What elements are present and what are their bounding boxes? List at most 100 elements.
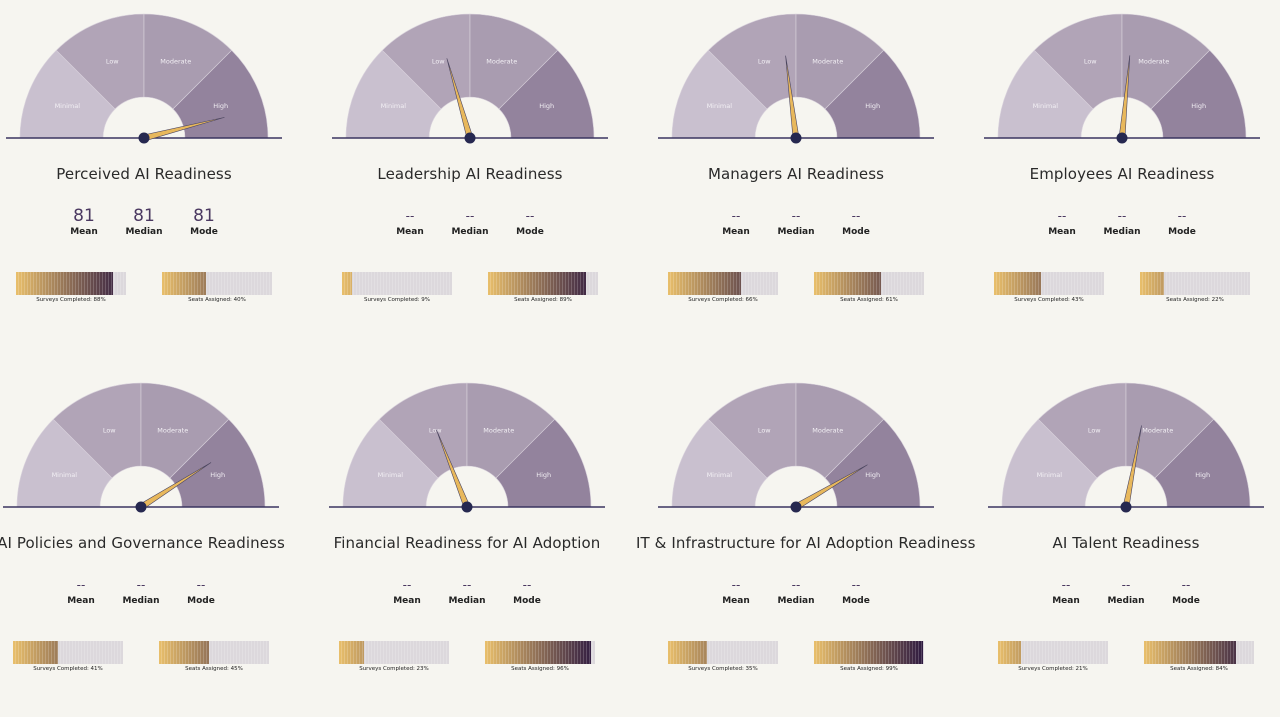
- card-title: Financial Readiness for AI Adoption: [333, 534, 601, 552]
- mode-label: Mode: [516, 227, 544, 237]
- mode-value: --: [196, 578, 206, 592]
- median-label: Median: [777, 227, 815, 237]
- readiness-card-3: Minimal Low Moderate High Managers AI Readi…: [652, 0, 972, 348]
- mode-label: Mode: [842, 227, 870, 237]
- stats-row: -- Mean -- Median -- Mode: [1032, 205, 1212, 237]
- seats-assigned-label: Seats Assigned: 96%: [511, 666, 569, 672]
- surveys-completed-progress: Surveys Completed: 88%: [16, 272, 126, 303]
- seats-assigned-progress: Seats Assigned: 61%: [814, 272, 924, 303]
- card-title: Managers AI Readiness: [707, 165, 885, 183]
- mode-label: Mode: [842, 596, 870, 606]
- stat-median: -- Median: [437, 574, 497, 606]
- median-label: Median: [1103, 227, 1141, 237]
- seats-assigned-progress: Seats Assigned: 96%: [485, 641, 595, 672]
- surveys-completed-label: Surveys Completed: 9%: [363, 297, 431, 303]
- stat-mode: -- Mode: [1156, 574, 1216, 606]
- mode-value: --: [1181, 578, 1191, 592]
- stat-mean: -- Mean: [706, 205, 766, 237]
- surveys-completed-progress: Surveys Completed: 21%: [998, 641, 1108, 672]
- readiness-card-1: Minimal Low Moderate High Perceived AI Read…: [0, 0, 320, 348]
- readiness-card-4: Minimal Low Moderate High Employees AI Read…: [978, 0, 1280, 348]
- gauge: Minimal Low Moderate High: [332, 13, 608, 144]
- median-value: --: [136, 578, 146, 592]
- gauge-label-moderate: Moderate: [1142, 426, 1173, 434]
- gauge-label-high: High: [1191, 102, 1206, 110]
- gauge-label-moderate: Moderate: [812, 57, 843, 65]
- mode-value: --: [851, 578, 861, 592]
- gauge-hub: [464, 132, 476, 144]
- stats-row: -- Mean -- Median -- Mode: [377, 574, 557, 606]
- mean-label: Mean: [722, 227, 750, 237]
- readiness-card-2: Minimal Low Moderate High Leadership AI Rea…: [326, 0, 646, 348]
- seats-assigned-label: Seats Assigned: 22%: [1166, 297, 1224, 303]
- median-label: Median: [448, 596, 486, 606]
- gauge-label-moderate: Moderate: [812, 426, 843, 434]
- seats-assigned-progress: Seats Assigned: 99%: [814, 641, 924, 672]
- seats-bar-track: [485, 641, 595, 664]
- gauge-label-minimal: Minimal: [707, 102, 733, 110]
- stats-row: 81 Mean 81 Median 81 Mode: [54, 205, 234, 237]
- gauge-label-minimal: Minimal: [52, 471, 78, 479]
- mode-label: Mode: [187, 596, 215, 606]
- surveys-completed-label: Surveys Completed: 88%: [36, 297, 106, 303]
- gauge-label-low: Low: [103, 426, 116, 434]
- mode-label: Mode: [1168, 227, 1196, 237]
- gauge-label-high: High: [210, 471, 225, 479]
- seats-assigned-label: Seats Assigned: 40%: [188, 297, 246, 303]
- gauge-label-minimal: Minimal: [378, 471, 404, 479]
- stats-row: -- Mean -- Median -- Mode: [706, 574, 886, 606]
- seats-assigned-label: Seats Assigned: 89%: [514, 297, 572, 303]
- surveys-completed-progress: Surveys Completed: 23%: [339, 641, 449, 672]
- seats-bar-track: [814, 272, 924, 295]
- stat-mean: -- Mean: [51, 574, 111, 606]
- median-value: --: [465, 209, 475, 223]
- gauge-label-high: High: [213, 102, 228, 110]
- surveys-completed-progress: Surveys Completed: 9%: [342, 272, 452, 303]
- mean-value: 81: [73, 206, 95, 226]
- stat-mean: -- Mean: [1036, 574, 1096, 606]
- mean-label: Mean: [722, 596, 750, 606]
- seats-bar-track: [159, 641, 269, 664]
- card-title: Perceived AI Readiness: [56, 165, 232, 183]
- mean-label: Mean: [393, 596, 421, 606]
- stat-mean: 81 Mean: [54, 205, 114, 237]
- gauge-label-minimal: Minimal: [55, 102, 81, 110]
- gauge-label-low: Low: [1088, 426, 1101, 434]
- mode-value: 81: [193, 206, 215, 226]
- stat-median: 81 Median: [114, 205, 174, 237]
- seats-assigned-label: Seats Assigned: 61%: [840, 297, 898, 303]
- surveys-completed-progress: Surveys Completed: 35%: [668, 641, 778, 672]
- card-title: AI Talent Readiness: [1052, 534, 1200, 552]
- gauge-label-moderate: Moderate: [1138, 57, 1169, 65]
- gauge-hub: [1116, 132, 1128, 144]
- surveys-completed-label: Surveys Completed: 66%: [688, 297, 758, 303]
- seats-assigned-progress: Seats Assigned: 84%: [1144, 641, 1254, 672]
- gauge-label-moderate: Moderate: [483, 426, 514, 434]
- gauge: Minimal Low Moderate High: [329, 382, 605, 513]
- stat-mean: -- Mean: [380, 205, 440, 237]
- gauge-hub: [461, 501, 473, 513]
- median-value: --: [1121, 578, 1131, 592]
- median-value: --: [1117, 209, 1127, 223]
- gauge-label-minimal: Minimal: [1033, 102, 1059, 110]
- mode-label: Mode: [190, 227, 218, 237]
- surveys-bar-track: [998, 641, 1108, 664]
- stat-mode: 81 Mode: [174, 205, 234, 237]
- gauge-label-low: Low: [106, 57, 119, 65]
- surveys-bar-track: [342, 272, 452, 295]
- stat-mode: -- Mode: [1152, 205, 1212, 237]
- gauge-label-low: Low: [758, 426, 771, 434]
- surveys-bar-track: [339, 641, 449, 664]
- stat-median: -- Median: [111, 574, 171, 606]
- stats-row: -- Mean -- Median -- Mode: [706, 205, 886, 237]
- readiness-card-8: Minimal Low Moderate High AI Talent Readine…: [985, 369, 1280, 717]
- gauge-hub: [1120, 501, 1132, 513]
- gauge-label-low: Low: [758, 57, 771, 65]
- mean-value: --: [1061, 578, 1071, 592]
- mode-label: Mode: [1172, 596, 1200, 606]
- gauge-hub: [790, 132, 802, 144]
- gauge-label-high: High: [865, 102, 880, 110]
- stat-median: -- Median: [766, 205, 826, 237]
- gauge-label-moderate: Moderate: [160, 57, 191, 65]
- stat-mean: -- Mean: [1032, 205, 1092, 237]
